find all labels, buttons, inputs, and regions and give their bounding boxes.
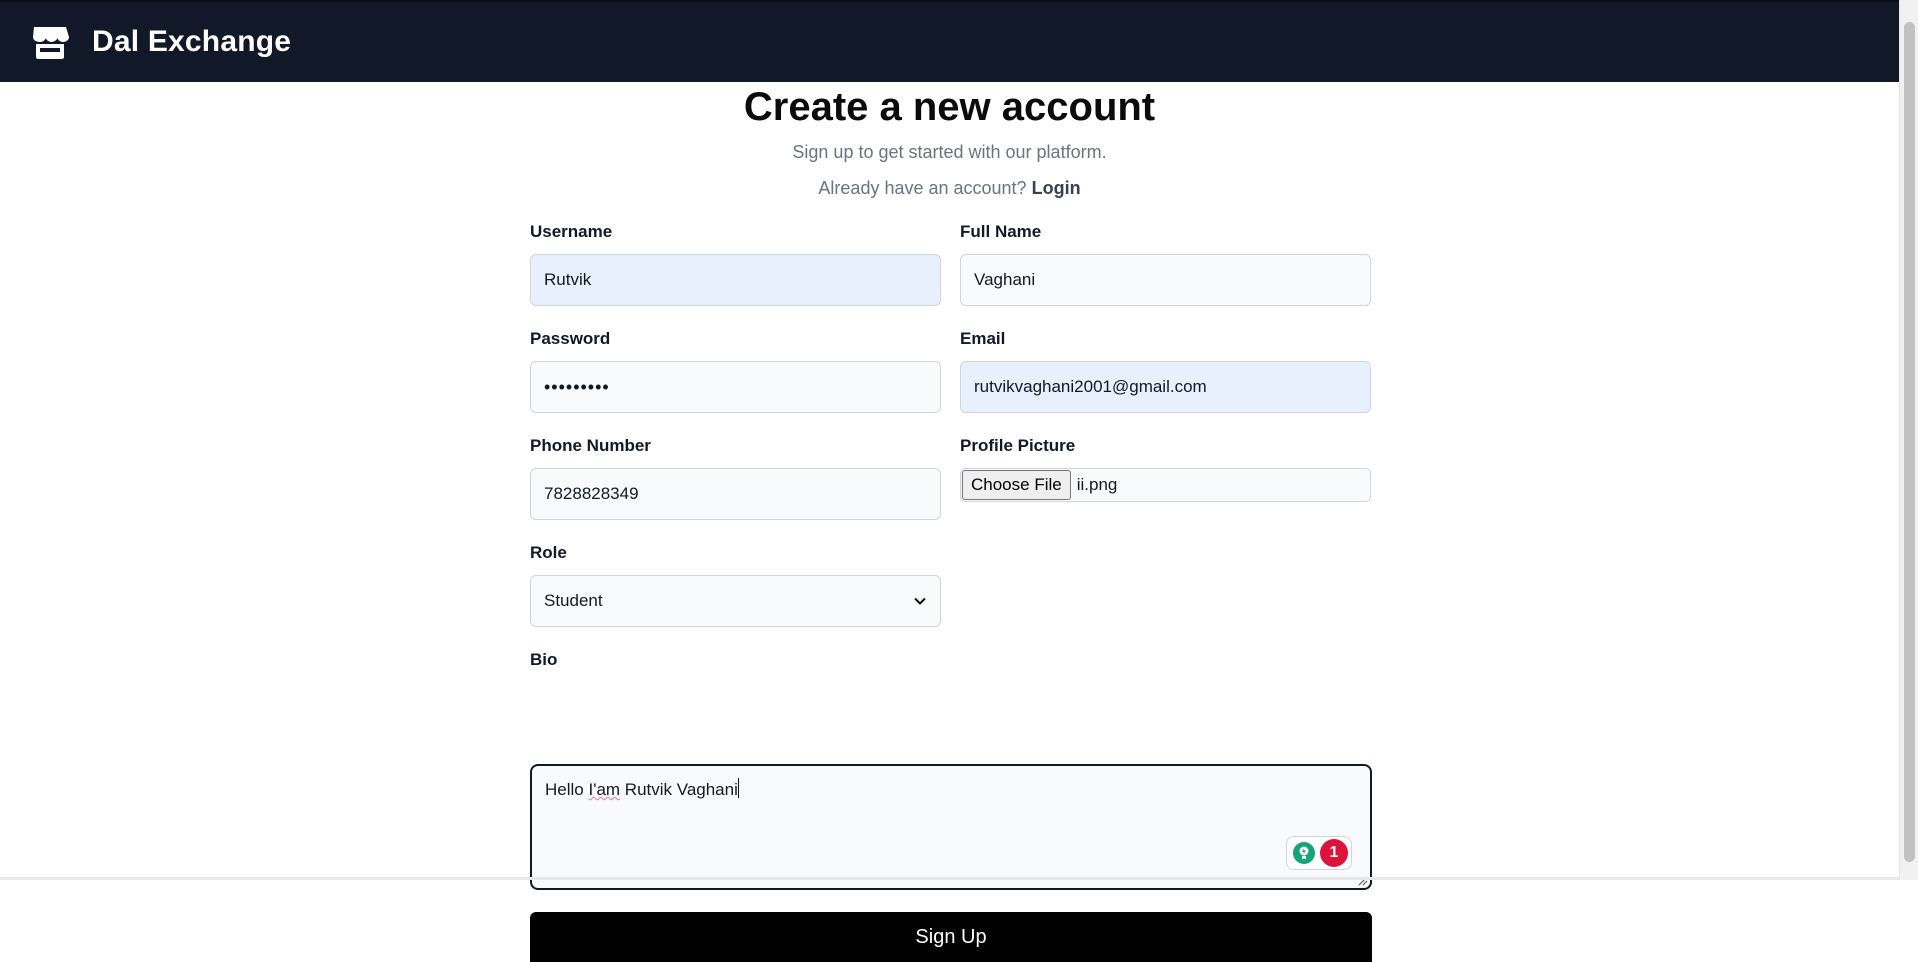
- phone-input[interactable]: 7828828349: [530, 468, 941, 520]
- bio-label: Bio: [530, 646, 941, 674]
- page-subtitle: Sign up to get started with our platform…: [0, 132, 1899, 172]
- login-prompt-line: Already have an account? Login: [0, 168, 1899, 208]
- bio-field: Bio: [530, 646, 941, 674]
- username-label: Username: [530, 218, 941, 246]
- bio-text-part1: Hello: [545, 780, 588, 799]
- grammar-assistant-widget[interactable]: 1: [1286, 836, 1352, 870]
- grammar-issue-count-badge[interactable]: 1: [1320, 839, 1348, 867]
- top-navbar: Dal Exchange: [0, 0, 1899, 82]
- email-label: Email: [960, 325, 1371, 353]
- signup-page: Create a new account Sign up to get star…: [0, 82, 1899, 877]
- email-input[interactable]: rutvikvaghani2001@gmail.com: [960, 361, 1371, 413]
- password-value: •••••••••: [544, 377, 610, 398]
- login-link[interactable]: Login: [1032, 178, 1081, 198]
- lightbulb-icon[interactable]: [1293, 842, 1315, 864]
- password-input[interactable]: •••••••••: [530, 361, 941, 413]
- selected-file-name: ii.png: [1077, 475, 1118, 495]
- bio-text-flagged[interactable]: I'am: [588, 780, 620, 799]
- email-value: rutvikvaghani2001@gmail.com: [974, 377, 1207, 397]
- username-value: Rutvik: [544, 270, 591, 290]
- bio-textarea[interactable]: Hello I'am Rutvik Vaghani 1: [530, 764, 1372, 890]
- brand-name[interactable]: Dal Exchange: [92, 25, 291, 59]
- page-title: Create a new account: [0, 82, 1899, 132]
- username-field: Username Rutvik: [530, 218, 941, 306]
- choose-file-button[interactable]: Choose File: [962, 470, 1071, 500]
- role-label: Role: [530, 539, 941, 567]
- store-icon[interactable]: [30, 22, 70, 62]
- chevron-down-icon: [913, 594, 927, 608]
- role-selected-value: Student: [544, 591, 603, 611]
- phone-label: Phone Number: [530, 432, 941, 460]
- password-label: Password: [530, 325, 941, 353]
- full-name-label: Full Name: [960, 218, 1371, 246]
- text-caret: [738, 778, 739, 798]
- scrollbar-thumb[interactable]: [1904, 22, 1915, 862]
- email-field: Email rutvikvaghani2001@gmail.com: [960, 325, 1371, 413]
- profile-picture-label: Profile Picture: [960, 432, 1371, 460]
- sign-up-button[interactable]: Sign Up: [530, 912, 1372, 962]
- role-select[interactable]: Student: [530, 575, 941, 627]
- password-field: Password •••••••••: [530, 325, 941, 413]
- phone-value: 7828828349: [544, 484, 639, 504]
- bio-text-part2: Rutvik Vaghani: [620, 780, 738, 799]
- full-name-field: Full Name Vaghani: [960, 218, 1371, 306]
- profile-picture-input[interactable]: Choose File ii.png: [960, 468, 1371, 502]
- role-field: Role Student: [530, 539, 941, 627]
- username-input[interactable]: Rutvik: [530, 254, 941, 306]
- phone-field: Phone Number 7828828349: [530, 432, 941, 520]
- full-name-input[interactable]: Vaghani: [960, 254, 1371, 306]
- vertical-scrollbar[interactable]: [1899, 0, 1918, 880]
- full-name-value: Vaghani: [974, 270, 1035, 290]
- login-prompt-text: Already have an account?: [818, 178, 1026, 198]
- profile-picture-field: Profile Picture Choose File ii.png: [960, 432, 1371, 502]
